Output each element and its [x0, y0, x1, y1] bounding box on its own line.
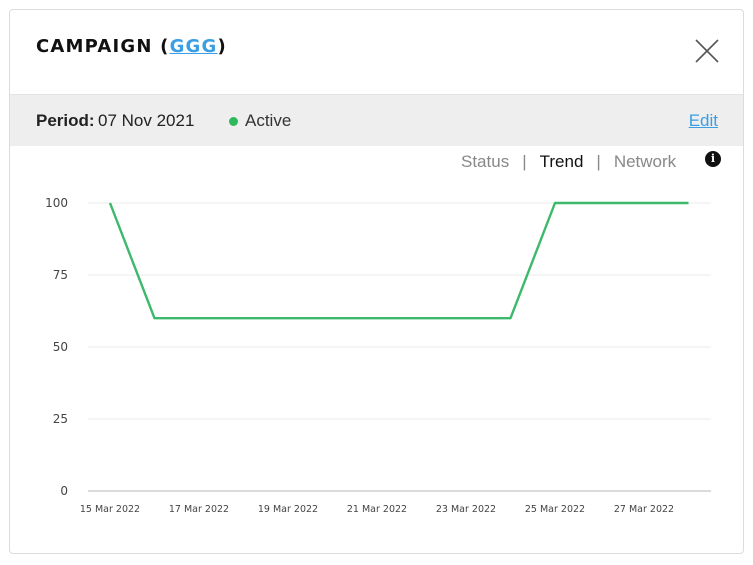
x-tick-label: 23 Mar 2022 — [436, 504, 496, 515]
y-tick-label: 100 — [45, 196, 68, 210]
x-tick-label: 15 Mar 2022 — [80, 504, 140, 515]
trend-chart: 0 25 50 75 100 15 Mar 2022 17 Mar 2022 19 Mar 2… — [45, 196, 711, 515]
series-line — [108, 201, 689, 320]
y-tick-label: 75 — [53, 268, 68, 282]
y-tick-label: 0 — [60, 484, 68, 498]
y-tick-label: 50 — [53, 340, 68, 354]
x-tick-label: 17 Mar 2022 — [169, 504, 229, 515]
x-tick-label: 21 Mar 2022 — [347, 504, 407, 515]
x-tick-label: 27 Mar 2022 — [614, 504, 674, 515]
y-tick-label: 25 — [53, 412, 68, 426]
x-tick-label: 25 Mar 2022 — [525, 504, 585, 515]
x-tick-label: 19 Mar 2022 — [258, 504, 318, 515]
